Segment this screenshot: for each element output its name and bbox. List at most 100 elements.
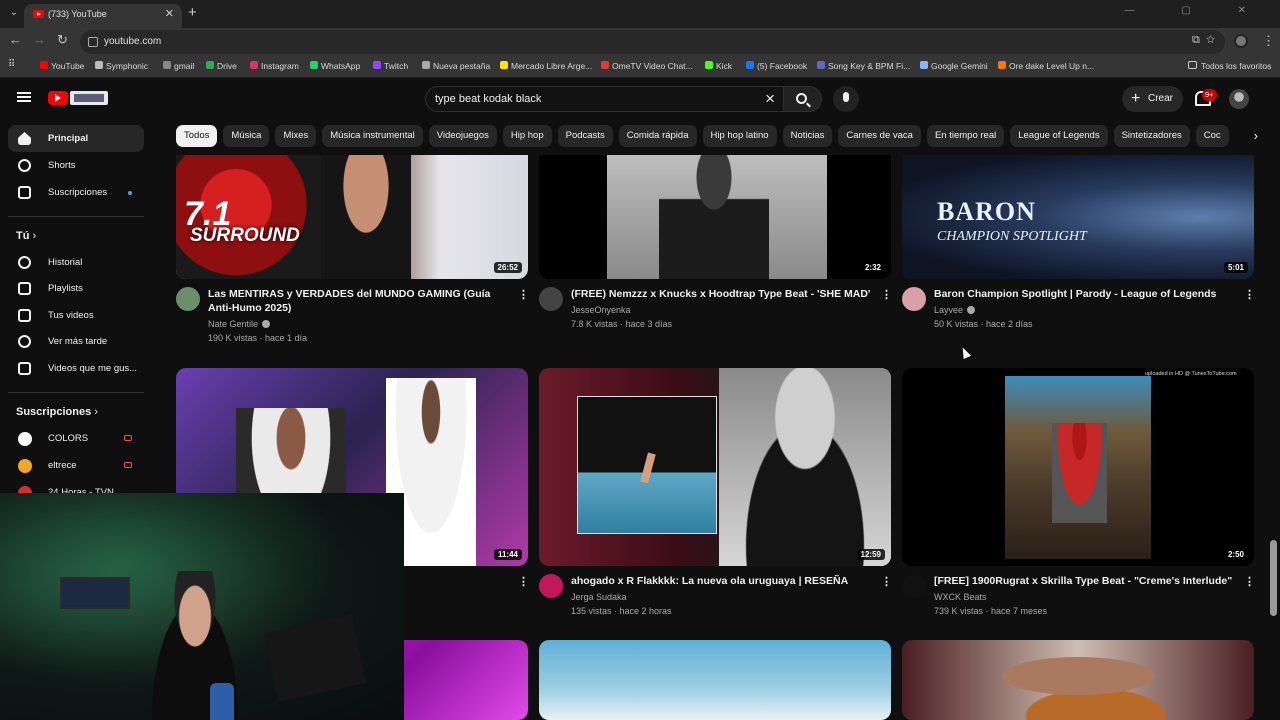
- window-controls[interactable]: — ▢ ✕: [1125, 5, 1268, 16]
- chip-league-of-legends[interactable]: League of Legends: [1010, 125, 1108, 147]
- sidebar-item-shorts[interactable]: Shorts: [8, 152, 144, 179]
- youtube-logo-icon[interactable]: [48, 91, 68, 105]
- sidebar-item-liked-videos[interactable]: Videos que me gus...: [8, 355, 144, 382]
- channel-avatar[interactable]: [902, 574, 926, 598]
- bookmark-favicon: [746, 61, 754, 69]
- page-scrollbar[interactable]: [1270, 540, 1277, 616]
- youtube-custom-logo[interactable]: [70, 91, 108, 105]
- video-title[interactable]: ahogado x R Flakkkk: La nueva ola urugua…: [571, 574, 871, 588]
- bookmark-google-gemini[interactable]: Google Gemini: [920, 61, 988, 71]
- browser-menu-icon[interactable]: ⋮: [1262, 33, 1275, 49]
- chip-hip-hop[interactable]: Hip hop: [502, 125, 552, 147]
- chip-mixes[interactable]: Mixes: [275, 125, 317, 147]
- chip-sintetizadores[interactable]: Sintetizadores: [1113, 125, 1190, 147]
- sidebar-subscriptions-header[interactable]: Suscripciones ›: [16, 406, 98, 418]
- bookmark-drive[interactable]: Drive: [206, 61, 237, 71]
- chip-noticias[interactable]: Noticias: [782, 125, 833, 147]
- chip-todos[interactable]: Todos: [176, 125, 218, 147]
- sidebar-item-ver-mas-tarde[interactable]: Ver más tarde: [8, 328, 144, 355]
- chip-carnes-de-vaca[interactable]: Carnes de vaca: [838, 125, 921, 147]
- video-more-options-icon[interactable]: ⋮: [1244, 289, 1255, 301]
- bookmark-symphonic[interactable]: Symphonic: [95, 61, 148, 71]
- video-thumbnail[interactable]: 2:32: [539, 155, 891, 279]
- channel-name[interactable]: Nate Gentile: [208, 317, 271, 331]
- video-more-options-icon[interactable]: ⋮: [881, 289, 892, 301]
- bookmark-twitch[interactable]: Twitch: [373, 61, 408, 71]
- video-thumbnail[interactable]: [539, 640, 891, 720]
- channel-name[interactable]: JesseOnyenka: [571, 303, 631, 317]
- browser-tab[interactable]: (733) YouTube ✕: [24, 4, 182, 28]
- chip-podcasts[interactable]: Podcasts: [557, 125, 613, 147]
- chip-comida-rapida[interactable]: Comida rápida: [618, 125, 697, 147]
- bookmark-whatsapp[interactable]: WhatsApp: [310, 61, 360, 71]
- search-input[interactable]: type beat kodak black ×: [425, 86, 784, 112]
- video-more-options-icon[interactable]: ⋮: [1244, 576, 1255, 588]
- channel-name[interactable]: Jerga Sudaka: [571, 590, 627, 604]
- voice-search-mic-icon[interactable]: [833, 86, 859, 112]
- back-arrow-icon[interactable]: ←: [9, 32, 22, 47]
- sidebar-item-suscripciones[interactable]: Suscripciones: [8, 179, 144, 206]
- channel-avatar[interactable]: [176, 287, 200, 311]
- url-text[interactable]: youtube.com: [104, 36, 161, 47]
- bookmark-nueva-pestana[interactable]: Nueva pestaña: [422, 61, 490, 71]
- address-bar[interactable]: youtube.com ⧉ ☆: [80, 30, 1225, 54]
- video-more-options-icon[interactable]: ⋮: [881, 576, 892, 588]
- bookmark-kick[interactable]: Kick: [705, 61, 732, 71]
- video-title[interactable]: Baron Champion Spotlight | Parody - Leag…: [934, 287, 1234, 301]
- bookmark-gmail[interactable]: gmail: [163, 61, 194, 71]
- sidebar-channel-eltrece[interactable]: eltrece: [8, 452, 144, 479]
- guide-menu-icon[interactable]: [17, 92, 31, 102]
- chips-next-chevron-icon[interactable]: ›: [1236, 125, 1266, 147]
- channel-avatar[interactable]: [539, 574, 563, 598]
- browser-profile-avatar[interactable]: [1234, 34, 1248, 48]
- bookmark-instagram[interactable]: Instagram: [250, 61, 299, 71]
- bookmark-mercado-libre[interactable]: Mercado Libre Arge...: [500, 61, 592, 71]
- sidebar-channel-colors[interactable]: COLORS: [8, 425, 144, 452]
- account-avatar[interactable]: [1229, 89, 1249, 109]
- sidebar-you-header[interactable]: Tú ›: [16, 230, 36, 242]
- chip-musica-instrumental[interactable]: Música instrumental: [322, 125, 423, 147]
- site-info-icon[interactable]: [88, 37, 98, 47]
- search-button[interactable]: [784, 86, 822, 112]
- bookmark-ore-dake[interactable]: Ore dake Level Up n...: [998, 61, 1094, 71]
- video-thumbnail[interactable]: uploaded in HD @ TunesToTube.com 2:50: [902, 368, 1254, 566]
- search-query[interactable]: type beat kodak black: [435, 93, 541, 105]
- video-title[interactable]: Las MENTIRAS y VERDADES del MUNDO GAMING…: [208, 287, 508, 315]
- bookmark-facebook[interactable]: (5) Facebook: [746, 61, 807, 71]
- reload-icon[interactable]: ↻: [57, 32, 68, 48]
- chip-videojuegos[interactable]: Videojuegos: [428, 125, 497, 147]
- sidebar-item-historial[interactable]: Historial: [8, 249, 144, 276]
- video-more-options-icon[interactable]: ⋮: [518, 576, 529, 588]
- bookmark-ometv[interactable]: OmeTV Video Chat...: [601, 61, 693, 71]
- all-bookmarks-folder[interactable]: Todos los favoritos: [1188, 61, 1271, 71]
- channel-avatar[interactable]: [902, 287, 926, 311]
- channel-name[interactable]: WXCK Beats: [934, 590, 987, 604]
- clear-search-icon[interactable]: ×: [765, 89, 775, 109]
- sidebar-item-tus-videos[interactable]: Tus videos: [8, 302, 144, 329]
- chip-coc[interactable]: Coc: [1195, 125, 1229, 147]
- bookmark-song-key-bpm[interactable]: Song Key & BPM Fi...: [817, 61, 910, 71]
- apps-grid-icon[interactable]: ⠿: [8, 59, 15, 70]
- forward-arrow-icon[interactable]: →: [33, 32, 46, 47]
- install-and-bookmark-star-icon[interactable]: ⧉ ☆: [1192, 34, 1215, 47]
- sidebar-item-playlists[interactable]: Playlists: [8, 275, 144, 302]
- sidebar-item-principal[interactable]: Principal: [8, 125, 144, 152]
- video-thumbnail[interactable]: [902, 640, 1254, 720]
- video-meta: 7.8 K vistas · hace 3 días: [571, 319, 673, 329]
- video-thumbnail[interactable]: BARON CHAMPION SPOTLIGHT 5:01: [902, 155, 1254, 279]
- video-more-options-icon[interactable]: ⋮: [518, 289, 529, 301]
- chip-en-tiempo-real[interactable]: En tiempo real: [926, 125, 1005, 147]
- channel-name[interactable]: Layvee: [934, 303, 976, 317]
- video-title[interactable]: [FREE] 1900Rugrat x Skrilla Type Beat - …: [934, 574, 1234, 588]
- video-thumbnail[interactable]: 12:59: [539, 368, 891, 566]
- video-title[interactable]: (FREE) Nemzzz x Knucks x Hoodtrap Type B…: [571, 287, 871, 301]
- tab-close-icon[interactable]: ✕: [165, 4, 174, 24]
- create-button[interactable]: + Crear: [1122, 86, 1183, 112]
- channel-avatar[interactable]: [539, 287, 563, 311]
- new-tab-button[interactable]: +: [188, 4, 197, 22]
- tab-search-icon[interactable]: ⌄: [6, 5, 22, 21]
- bookmark-youtube[interactable]: YouTube: [40, 61, 84, 71]
- video-thumbnail[interactable]: 7.1 SURROUND 26:52: [176, 155, 528, 279]
- chip-hip-hop-latino[interactable]: Hip hop latino: [702, 125, 777, 147]
- chip-musica[interactable]: Música: [223, 125, 270, 147]
